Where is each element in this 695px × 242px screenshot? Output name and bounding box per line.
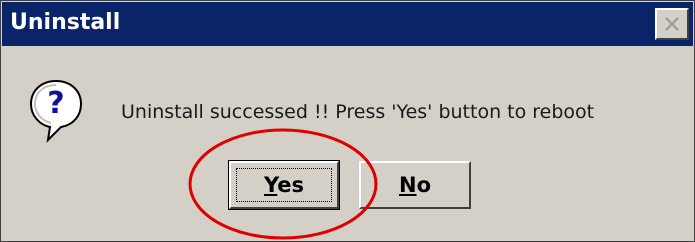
no-mnemonic: N — [398, 173, 417, 197]
svg-text:?: ? — [47, 86, 64, 121]
close-icon — [665, 17, 679, 31]
window-title: Uninstall — [10, 10, 121, 35]
no-button[interactable]: No — [359, 161, 471, 209]
no-label: No — [399, 173, 431, 197]
question-icon: ? — [29, 79, 83, 143]
no-label-rest: o — [416, 173, 431, 197]
focus-rectangle — [236, 168, 332, 202]
yes-button[interactable]: Yes — [228, 160, 340, 210]
dialog-message: Uninstall successed !! Press 'Yes' butto… — [121, 101, 595, 123]
title-bar[interactable]: Uninstall — [2, 2, 693, 46]
uninstall-dialog: Uninstall ? Uninstall successed !! Press… — [0, 0, 695, 242]
close-button[interactable] — [655, 8, 689, 40]
